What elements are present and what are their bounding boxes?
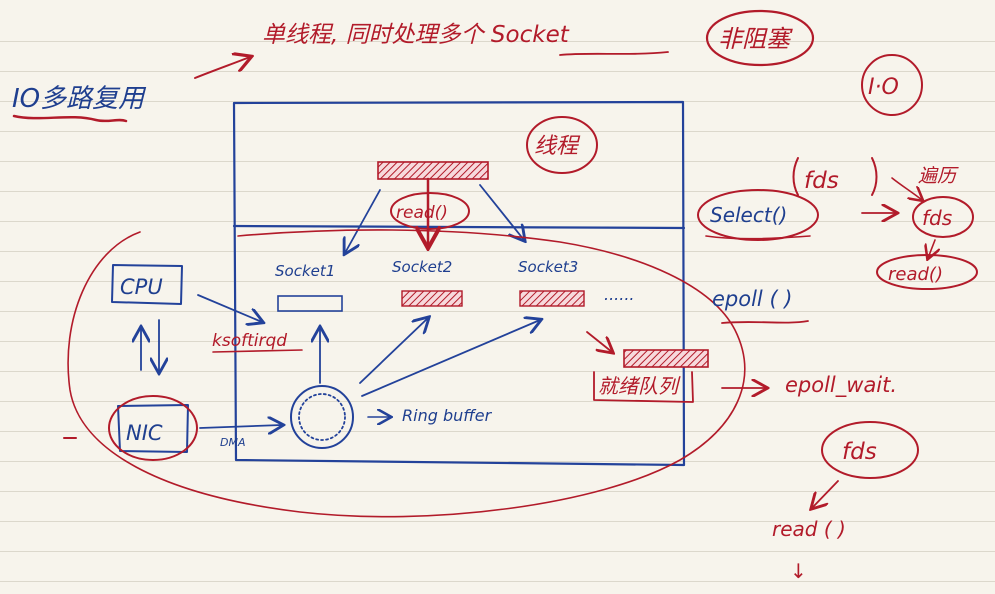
fds-top-label: fds [804,168,839,194]
epoll-wait-label: epoll_wait. [785,373,897,398]
ready-queue-label: 就绪队列 [598,374,681,398]
socket2-label: Socket2 [392,258,452,276]
fds-top-right-bracket [871,157,878,196]
epoll-down-mark: ↓ [790,559,807,583]
arrow-ring-to-socket2 [359,318,428,384]
thread-label: 线程 [534,134,581,159]
softirq-label: ksoftirqd [212,331,287,351]
dma-label: DMA [220,436,246,449]
subtitle-underline [559,51,669,56]
socket2-buffer [401,290,463,307]
ready-queue-buffer [623,349,709,368]
epoll-fds-label: fds [842,439,877,465]
ring-buffer-outer [290,385,354,449]
select-read-label: read() [888,264,943,285]
ring-buffer-label: Ring buffer [402,406,493,425]
ring-buffer-inner [298,393,346,441]
epoll-underline [721,320,809,324]
socket-ellipsis: ...... [604,285,635,304]
title-arrow [194,57,250,79]
frame-divider [232,224,686,230]
arrow-to-socket3 [479,184,524,240]
arrow-to-socket1 [345,189,381,253]
dma-arrow [199,425,282,428]
cpu-to-softirq-arrow [197,294,262,322]
diagram-canvas: IO多路复用 单线程, 同时处理多个 Socket 非阻塞 I·O 线程 rea… [12,9,978,583]
epoll-read-label: read ( ) [772,517,846,541]
epoll-label: epoll ( ) [712,287,793,311]
epoll-fds-to-read-arrow [812,480,839,508]
nic-label: NIC [126,421,163,445]
ready-queue-arrow [586,331,612,352]
arrow-ring-to-socket3 [361,320,540,397]
socket1-buffer [277,295,343,312]
process-buffer [377,161,489,180]
select-underline [705,235,811,240]
socket1-label: Socket1 [275,262,335,280]
subtitle: 单线程, 同时处理多个 Socket [262,22,570,48]
fds-result-label: fds [922,206,952,230]
traverse-label: 遍历 [918,165,959,187]
io-tag-label: I·O [868,75,899,100]
cpu-label: CPU [120,275,163,299]
non-blocking-label: 非阻塞 [718,25,793,53]
read-label: read() [396,203,448,223]
title-underline [12,114,128,123]
socket3-label: Socket3 [518,258,578,276]
select-label: Select() [710,203,787,227]
title-heading: IO多路复用 [12,84,147,114]
fds-top-left-bracket [792,157,799,196]
socket3-buffer [519,290,585,307]
